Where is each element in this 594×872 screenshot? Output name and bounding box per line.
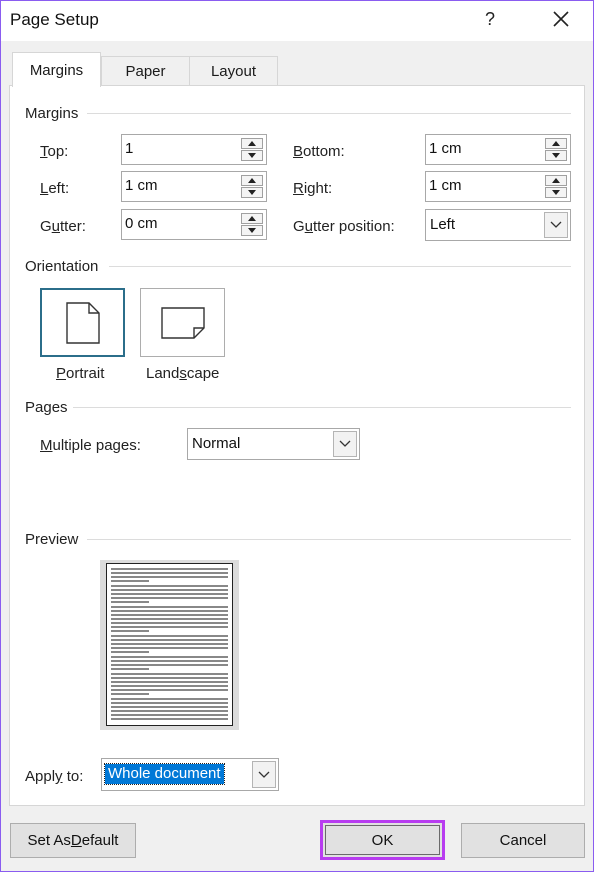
title-bar: Page Setup ?	[1, 1, 593, 41]
multiple-pages-select[interactable]: Normal	[187, 428, 360, 460]
right-margin-value[interactable]: 1 cm	[429, 177, 462, 194]
gutter-spinner[interactable]: 0 cm	[121, 209, 267, 240]
left-margin-spinner[interactable]: 1 cm	[121, 171, 267, 202]
tab-margins[interactable]: Margins	[12, 52, 101, 87]
set-as-default-button[interactable]: Set As Default	[10, 823, 136, 858]
orientation-section-rule	[109, 266, 571, 267]
spin-down-icon[interactable]	[545, 150, 567, 161]
margins-section-title: Margins	[25, 105, 79, 122]
portrait-page-icon	[66, 302, 100, 344]
pages-section-rule	[73, 407, 571, 408]
left-margin-value[interactable]: 1 cm	[125, 177, 158, 194]
multiple-pages-value: Normal	[192, 435, 241, 452]
dialog-title: Page Setup	[10, 10, 99, 29]
landscape-button[interactable]	[140, 288, 225, 357]
apply-to-select[interactable]: Whole document	[101, 758, 279, 791]
chevron-down-icon[interactable]	[544, 212, 568, 238]
page-setup-dialog: Page Setup ? Margins Paper Layout Margin…	[0, 0, 594, 872]
spin-up-icon[interactable]	[241, 213, 263, 224]
preview-section-title: Preview	[25, 531, 79, 548]
gutter-value[interactable]: 0 cm	[125, 215, 158, 232]
tab-paper[interactable]: Paper	[101, 56, 190, 85]
ok-button-label: OK	[371, 831, 394, 849]
chevron-down-icon[interactable]	[252, 761, 276, 788]
gutter-label: Gutter:	[40, 218, 86, 235]
preview-area	[100, 560, 239, 730]
preview-section-rule	[87, 539, 571, 540]
spin-down-icon[interactable]	[241, 187, 263, 198]
left-label: Left:	[40, 180, 70, 197]
right-label: Right:	[293, 180, 333, 197]
margins-section-rule	[87, 113, 571, 114]
landscape-page-icon	[161, 307, 205, 339]
top-margin-spinner[interactable]: 1	[121, 134, 267, 165]
spin-up-icon[interactable]	[241, 138, 263, 149]
bottom-label: Bottom:	[293, 143, 345, 160]
preview-page	[106, 563, 233, 726]
gutter-position-select[interactable]: Left	[425, 209, 571, 241]
help-button[interactable]: ?	[485, 9, 495, 30]
portrait-button[interactable]	[40, 288, 125, 357]
gutter-position-value: Left	[430, 216, 456, 233]
spin-up-icon[interactable]	[545, 175, 567, 186]
landscape-label[interactable]: Landscape	[146, 365, 219, 382]
spin-up-icon[interactable]	[545, 138, 567, 149]
top-margin-value[interactable]: 1	[125, 140, 133, 157]
spin-down-icon[interactable]	[241, 225, 263, 236]
preview-text-lines-icon	[111, 568, 228, 720]
tab-layout[interactable]: Layout	[189, 56, 278, 85]
spin-up-icon[interactable]	[241, 175, 263, 186]
spin-down-icon[interactable]	[545, 187, 567, 198]
bottom-margin-spinner[interactable]: 1 cm	[425, 134, 571, 165]
close-icon[interactable]	[549, 7, 573, 31]
apply-to-label: Apply to:	[25, 768, 84, 785]
bottom-margin-value[interactable]: 1 cm	[429, 140, 462, 157]
apply-to-value: Whole document	[104, 763, 225, 785]
orientation-section-title: Orientation	[25, 258, 99, 275]
right-margin-spinner[interactable]: 1 cm	[425, 171, 571, 202]
gutter-position-label: Gutter position:	[293, 218, 395, 235]
portrait-label[interactable]: Portrait	[56, 365, 104, 382]
chevron-down-icon[interactable]	[333, 431, 357, 457]
pages-section-title: Pages	[25, 399, 68, 416]
cancel-button-label: Cancel	[499, 832, 547, 849]
top-label: Top:	[40, 143, 69, 160]
cancel-button[interactable]: Cancel	[461, 823, 585, 858]
ok-button[interactable]: OK	[320, 820, 445, 860]
spin-down-icon[interactable]	[241, 150, 263, 161]
multiple-pages-label: Multiple pages:	[40, 437, 141, 454]
